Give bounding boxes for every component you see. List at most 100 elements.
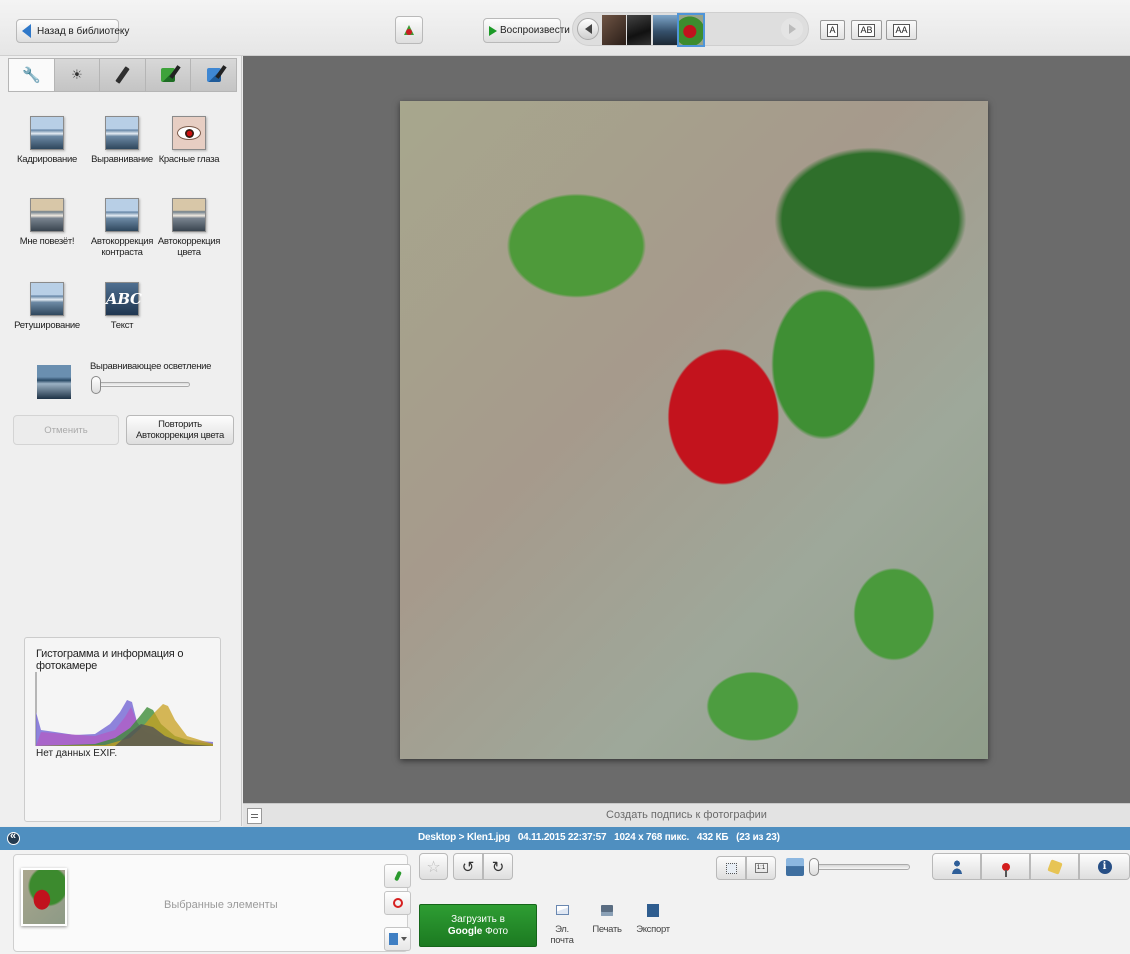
tab-basic-fixes[interactable]: 🔧 [9, 59, 55, 91]
rotate-left-button[interactable]: ↺ [453, 853, 483, 880]
auto-color-icon [172, 198, 206, 232]
auto-contrast-tool[interactable]: Автокоррекция контраста [85, 198, 159, 258]
previous-photo-button[interactable] [577, 18, 599, 40]
photo-preview-area [243, 56, 1130, 803]
zoom-image-icon [786, 858, 804, 876]
info-icon: i [1097, 859, 1112, 874]
histogram-title: Гистограмма и информация о фотокамере [36, 648, 184, 672]
redeye-tool[interactable]: Красные глаза [152, 116, 226, 165]
fill-light-slider[interactable] [91, 376, 190, 394]
text-mode-aa-button[interactable]: AA [886, 20, 917, 40]
tab-effects[interactable] [100, 59, 146, 91]
text-abc-icon: ABC [105, 282, 142, 316]
filmstrip-thumbnail[interactable] [653, 15, 677, 45]
rotate-right-button[interactable]: ↻ [483, 853, 513, 880]
file-path[interactable]: Desktop > Klen1.jpg [418, 832, 510, 843]
file-datetime: 04.11.2015 22:37:57 [517, 832, 607, 843]
fill-light-label: Выравнивающее осветление [90, 361, 212, 372]
straighten-icon [105, 116, 139, 150]
retouch-tool-label: Ретуширование [14, 320, 80, 331]
file-count: (23 из 23) [736, 832, 780, 843]
properties-button[interactable]: i [1079, 853, 1130, 880]
email-button[interactable]: Эл. почта [543, 902, 581, 946]
file-dimensions: 1024 x 768 пикс. [614, 832, 690, 843]
print-label: Печать [592, 924, 622, 935]
histogram-chart [35, 672, 213, 746]
filmstrip-thumbnail[interactable] [602, 15, 626, 45]
print-button[interactable]: Печать [591, 902, 623, 935]
envelope-icon [555, 905, 569, 915]
zoom-slider-handle[interactable] [809, 858, 819, 876]
upload-google-photos-button[interactable]: Загрузить в Google Фото [419, 904, 537, 947]
upload-label-line1: Загрузить в [451, 914, 505, 925]
printer-icon [601, 904, 613, 916]
sun-icon: ☀ [71, 67, 83, 82]
caption-bar[interactable]: Создать подпись к фотографии [243, 803, 1130, 827]
rotate-left-icon: ↺ [461, 858, 475, 876]
feeling-lucky-label: Мне повезёт! [19, 236, 75, 247]
selected-thumbnail[interactable] [21, 868, 67, 926]
slideshow-play-button[interactable]: Воспроизвести [483, 18, 570, 43]
caption-placeholder[interactable]: Создать подпись к фотографии [243, 809, 1130, 821]
straighten-tool[interactable]: Выравнивание [85, 116, 159, 165]
hold-button[interactable] [384, 864, 411, 888]
back-to-library-button[interactable]: Назад в библиотеку [16, 19, 129, 43]
places-button[interactable] [981, 853, 1030, 880]
photo-info-text: Desktop > Klen1.jpg 04.11.2015 22:37:57 … [418, 832, 780, 843]
people-button[interactable] [932, 853, 981, 880]
redo-button[interactable]: Повторить Автокоррекция цвета [126, 415, 234, 445]
document-icon [388, 933, 398, 945]
chevron-down-icon [400, 937, 407, 941]
clear-tray-button[interactable] [384, 891, 411, 915]
fit-to-window-button[interactable] [716, 856, 746, 880]
auto-contrast-label: Автокоррекция контраста [90, 236, 154, 258]
tags-button[interactable] [1030, 853, 1079, 880]
actual-size-button[interactable]: 1:1 [746, 856, 776, 880]
play-icon [489, 25, 497, 36]
feeling-lucky-tool[interactable]: Мне повезёт! [10, 198, 84, 247]
straighten-tool-label: Выравнивание [91, 154, 153, 165]
photo-preview[interactable] [400, 101, 988, 759]
edit-panel: 🔧 ☀ Кадрирование Выравнивание Красные гл… [0, 56, 242, 826]
text-mode-ab-button[interactable]: AB [851, 20, 882, 40]
file-size: 432 КБ [696, 832, 729, 843]
filmstrip-thumbnail[interactable] [627, 15, 651, 45]
actual-size-icon: 1:1 [754, 863, 768, 873]
tray-menu-button[interactable] [384, 927, 411, 951]
collapse-icon[interactable] [7, 830, 20, 845]
arrow-left-icon [22, 24, 31, 38]
crop-tool-label: Кадрирование [17, 154, 77, 165]
filmstrip [572, 12, 809, 47]
fill-light-slider-handle[interactable] [91, 376, 101, 394]
fill-light-icon [37, 365, 71, 399]
text-tool-label: Текст [110, 320, 134, 331]
tab-effects-2[interactable] [145, 59, 192, 91]
retouch-icon [30, 282, 64, 316]
auto-color-tool[interactable]: Автокоррекция цвета [152, 198, 226, 258]
map-pin-icon [1001, 862, 1010, 877]
rotate-right-icon: ↻ [491, 858, 505, 876]
filmstrip-thumbnail-current[interactable] [677, 13, 705, 47]
tab-effects-3[interactable] [191, 59, 236, 91]
export-icon [647, 903, 659, 917]
photo-info-bar: Desktop > Klen1.jpg 04.11.2015 22:37:57 … [0, 827, 1130, 850]
zoom-slider[interactable] [809, 858, 910, 876]
next-photo-button[interactable] [781, 18, 803, 40]
edit-photo-button[interactable] [395, 16, 423, 44]
undo-button[interactable]: Отменить [13, 415, 119, 445]
person-icon [951, 859, 962, 874]
star-button[interactable]: ☆ [419, 853, 448, 880]
upload-label-photos: Фото [482, 926, 509, 937]
text-mode-a-button[interactable]: A [820, 20, 845, 40]
edit-tabs: 🔧 ☀ [8, 58, 237, 92]
blue-brush-icon [206, 68, 221, 82]
crop-tool[interactable]: Кадрирование [10, 116, 84, 165]
retouch-tool[interactable]: Ретуширование [10, 282, 84, 331]
tag-icon [1046, 858, 1063, 875]
tab-tuning[interactable]: ☀ [54, 59, 101, 91]
histogram-panel: Гистограмма и информация о фотокамере Не… [24, 637, 221, 822]
selected-items-label: Выбранные элементы [164, 899, 278, 911]
export-button[interactable]: Экспорт [635, 902, 671, 935]
redeye-tool-label: Красные глаза [158, 154, 220, 165]
text-tool[interactable]: ABC Текст [85, 282, 159, 331]
